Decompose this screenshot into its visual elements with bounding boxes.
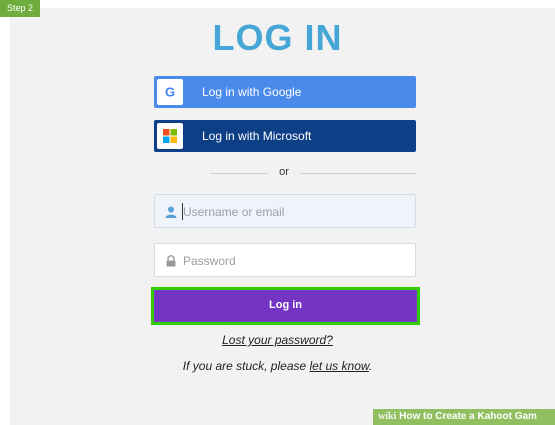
watermark-text: How to Create a Kahoot Gam [399, 411, 537, 422]
svg-text:G: G [165, 85, 175, 99]
divider-right [300, 173, 417, 174]
watermark-brand: wiki [378, 411, 397, 422]
google-login-button[interactable]: G Log in with Google [154, 76, 416, 108]
password-field[interactable]: Password [154, 243, 416, 277]
or-separator: or [279, 166, 289, 178]
microsoft-logo-icon [157, 123, 183, 149]
username-placeholder: Username or email [183, 205, 285, 219]
help-text-suffix: . [368, 359, 373, 373]
divider-left [210, 173, 268, 174]
login-button-label: Log in [269, 299, 302, 311]
page-title: LOG IN [212, 17, 343, 58]
google-login-label: Log in with Google [202, 85, 302, 99]
username-field[interactable]: Username or email [154, 194, 416, 228]
wikihow-watermark: wiki How to Create a Kahoot Gam [373, 409, 555, 425]
microsoft-login-label: Log in with Microsoft [202, 129, 312, 143]
password-placeholder: Password [183, 254, 236, 268]
let-us-know-link[interactable]: let us know [310, 359, 369, 373]
login-button[interactable]: Log in [151, 287, 420, 325]
login-button-fill: Log in [155, 291, 416, 321]
step-badge: Step 2 [0, 0, 41, 17]
help-text-prefix: If you are stuck, please [182, 359, 310, 373]
google-g-icon: G [157, 79, 183, 105]
user-icon [165, 205, 177, 218]
lost-password-link[interactable]: Lost your password? [0, 333, 555, 347]
microsoft-login-button[interactable]: Log in with Microsoft [154, 120, 416, 152]
help-text: If you are stuck, please let us know. [0, 359, 555, 373]
lock-icon [165, 254, 177, 267]
